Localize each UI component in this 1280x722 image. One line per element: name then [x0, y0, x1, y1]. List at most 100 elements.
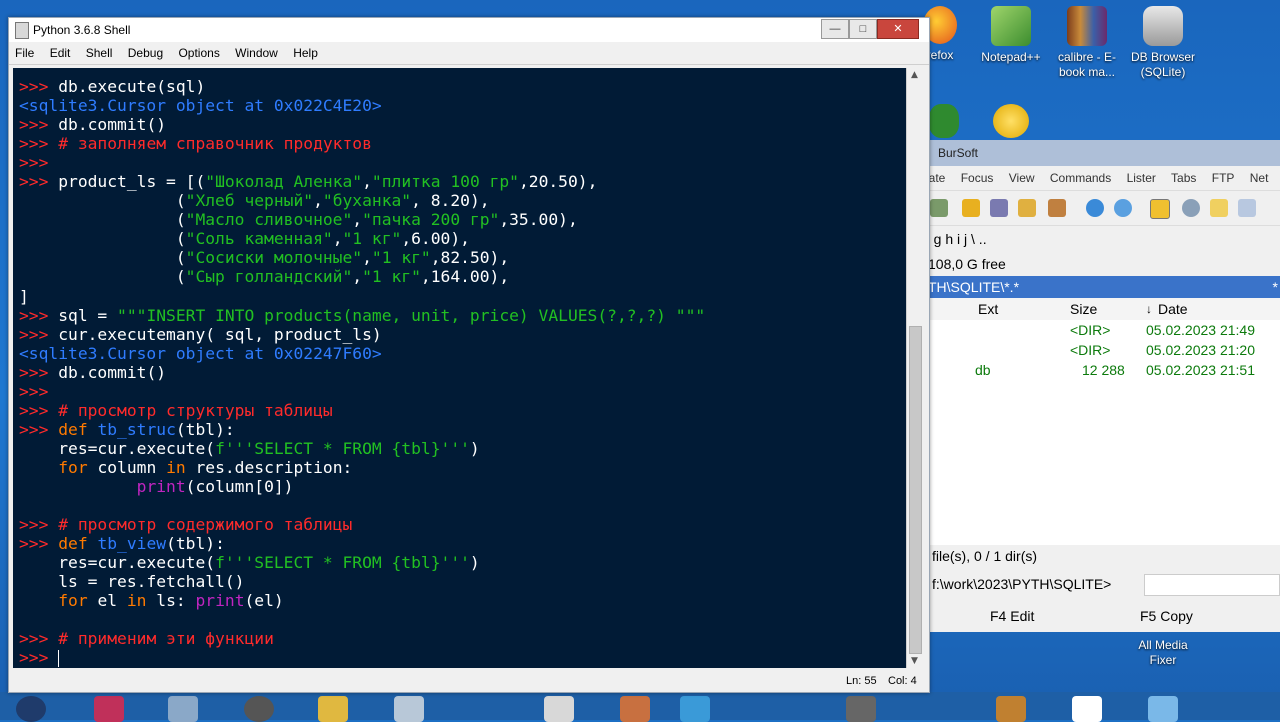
f4-edit-button[interactable]: F4 Edit [990, 602, 1034, 630]
menu-item-focus[interactable]: Focus [961, 171, 994, 185]
note-icon[interactable] [1210, 199, 1228, 217]
app-icon[interactable] [544, 696, 574, 722]
desktop-icon-db-browser[interactable]: DB Browser (SQLite) [1124, 6, 1202, 80]
minimize-button[interactable]: — [821, 19, 849, 39]
python-file-icon [15, 22, 29, 39]
warning-icon[interactable] [1150, 199, 1170, 219]
maximize-button[interactable]: □ [849, 19, 877, 39]
app-icon[interactable] [394, 696, 424, 722]
desktop-icon-all-media-fixer[interactable]: All Media Fixer [1124, 638, 1202, 668]
fs-app-icon[interactable] [94, 696, 124, 722]
shell-statusbar: Ln: 55 Col: 4 [9, 670, 929, 692]
code-fragment: ,35.00), [499, 210, 578, 230]
menu-help[interactable]: Help [287, 42, 324, 64]
window-title: Python 3.6.8 Shell [33, 23, 131, 37]
desktop-icon-tree[interactable] [924, 104, 964, 142]
menu-item-ftp[interactable]: FTP [1212, 171, 1235, 185]
menu-window[interactable]: Window [229, 42, 284, 64]
column-date[interactable]: Date [1158, 298, 1188, 320]
file-row[interactable]: db 12 288 05.02.2023 21:51 [930, 360, 1280, 380]
file-date: 05.02.2023 21:51 [1146, 362, 1255, 378]
menu-shell[interactable]: Shell [80, 42, 119, 64]
paint-icon[interactable] [620, 696, 650, 722]
menu-debug[interactable]: Debug [122, 42, 169, 64]
code-fragment: ls: [146, 591, 196, 611]
shell-menubar: File Edit Shell Debug Options Window Hel… [9, 42, 929, 65]
bursoft-toolbar [922, 190, 1280, 226]
code-fragment: ,164.00), [420, 267, 510, 287]
column-ext[interactable]: Ext [978, 298, 998, 320]
comment: # заполняем справочник продуктов [58, 134, 372, 154]
prompt: >>> [19, 400, 59, 420]
drive-list[interactable]: g h i j \ .. [934, 231, 987, 247]
prompt: >>> [19, 172, 59, 192]
column-size[interactable]: Size [1070, 298, 1097, 320]
clipboard-icon[interactable] [1048, 199, 1066, 217]
bursoft-title: BurSoft [922, 140, 1280, 166]
text-cursor [58, 650, 60, 668]
app-icon[interactable] [16, 696, 46, 722]
menu-file[interactable]: File [9, 42, 40, 64]
desktop-icon-label: DB Browser (SQLite) [1130, 50, 1195, 79]
pack-icon[interactable] [1018, 199, 1036, 217]
command-input[interactable] [1144, 574, 1280, 596]
desktop-icon-calibre[interactable]: calibre - E-book ma... [1048, 6, 1126, 80]
shell-text-area[interactable]: >>> db.execute(sql) <sqlite3.Cursor obje… [13, 68, 906, 668]
app-icon[interactable] [680, 696, 710, 722]
string: "1 кг" [371, 248, 431, 268]
fixer-icon[interactable] [1148, 696, 1178, 722]
string: "плитка 100 гр" [371, 172, 519, 192]
scroll-down-icon[interactable]: ▼ [911, 656, 918, 666]
comment: # просмотр структуры таблицы [58, 400, 333, 420]
desktop-icon-label: refox [926, 48, 954, 62]
code-fragment: ) [469, 553, 480, 573]
string: "1 кг" [362, 267, 421, 287]
document-icon[interactable] [1072, 696, 1102, 722]
browser-icon[interactable] [1086, 199, 1104, 217]
desktop-icon-notepadpp[interactable]: Notepad++ [972, 6, 1050, 65]
f5-copy-button[interactable]: F5 Copy [1140, 602, 1193, 630]
prompt: >>> [19, 648, 59, 668]
menu-edit[interactable]: Edit [44, 42, 77, 64]
keyword: for [58, 457, 88, 477]
tree-view-icon[interactable] [930, 199, 948, 217]
current-path: TH\SQLITE\*.* [928, 279, 1020, 295]
network-icon[interactable] [1114, 199, 1132, 217]
menu-item-lister[interactable]: Lister [1127, 171, 1156, 185]
menu-item-commands[interactable]: Commands [1050, 171, 1111, 185]
prompt: >>> [19, 362, 59, 382]
drive-bar[interactable]: g h i j \ .. [922, 226, 1280, 252]
app-icon[interactable] [168, 696, 198, 722]
favorites-star-icon[interactable] [962, 199, 980, 217]
file-row[interactable]: <DIR> 05.02.2023 21:20 [930, 340, 1280, 360]
keyword: def [58, 419, 88, 439]
app-icon[interactable] [846, 696, 876, 722]
line-number: Ln: 55 [846, 675, 877, 687]
code-fragment: sql = [58, 305, 118, 325]
menu-item-net[interactable]: Net [1250, 171, 1269, 185]
free-space: 108,0 G free [928, 256, 1006, 272]
menu-options[interactable]: Options [172, 42, 225, 64]
smiley-icon [993, 104, 1029, 138]
folder-icon[interactable] [318, 696, 348, 722]
window-titlebar[interactable]: Python 3.6.8 Shell — □ ✕ [9, 18, 929, 42]
globe-icon[interactable] [244, 696, 274, 722]
edit-pen-icon[interactable] [990, 199, 1008, 217]
builtin: print [195, 591, 245, 611]
scroll-up-icon[interactable]: ▲ [911, 70, 918, 80]
prompt: >>> [19, 515, 59, 535]
grid-icon[interactable] [1238, 199, 1256, 217]
path-bar[interactable]: TH\SQLITE\*.* * [922, 276, 1280, 298]
code-fragment: (tbl): [166, 534, 225, 554]
file-row[interactable]: <DIR> 05.02.2023 21:49 [930, 320, 1280, 340]
scrollbar-thumb[interactable] [909, 326, 922, 654]
code-fragment: res.description: [185, 457, 353, 477]
desktop-icon-smiley[interactable] [986, 104, 1036, 142]
menu-item-view[interactable]: View [1009, 171, 1035, 185]
search-icon[interactable] [1182, 199, 1200, 217]
file-date: 05.02.2023 21:20 [1146, 342, 1255, 358]
close-button[interactable]: ✕ [877, 19, 919, 39]
chest-icon[interactable] [996, 696, 1026, 722]
menu-item-tabs[interactable]: Tabs [1171, 171, 1196, 185]
vertical-scrollbar[interactable]: ▲ ▼ [906, 68, 923, 668]
